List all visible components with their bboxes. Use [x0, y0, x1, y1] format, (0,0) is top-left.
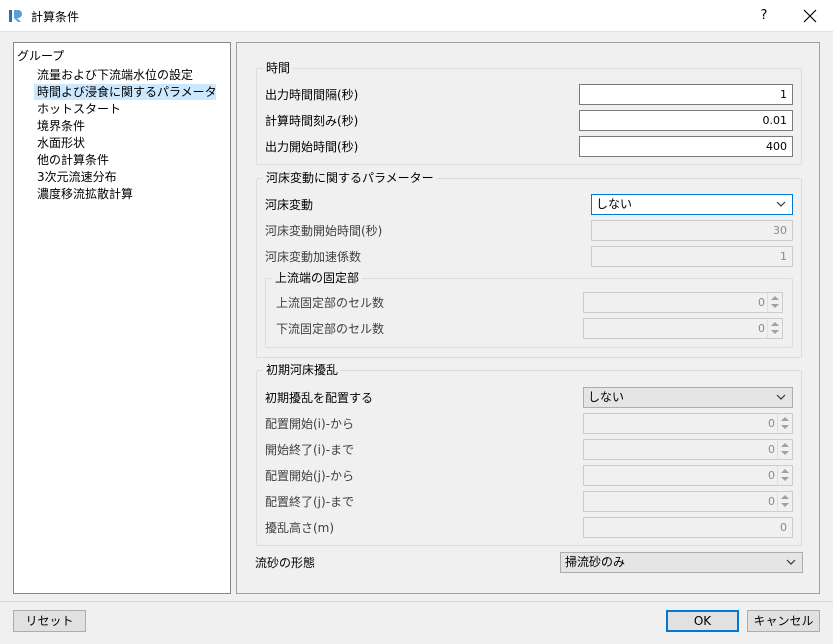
j-start-value: 0: [768, 469, 775, 482]
disturb-enable-label: 初期擾乱を配置する: [265, 391, 374, 405]
j-start-label: 配置開始(j)-から: [265, 469, 355, 483]
bed-accel-input[interactable]: 1: [591, 246, 793, 267]
j-end-stepper[interactable]: 0: [583, 491, 793, 512]
time-step-input[interactable]: 0.01: [579, 110, 793, 131]
i-start-label: 配置開始(i)-から: [265, 417, 355, 431]
group-item-boundary[interactable]: 境界条件: [34, 118, 88, 134]
group-item-3d-velocity[interactable]: 3次元流速分布: [34, 169, 120, 185]
group-list-header: グループ: [17, 49, 65, 63]
bed-change-select[interactable]: しない: [591, 194, 793, 215]
settings-panel: 時間 出力時間間隔(秒) 1 計算時間刻み(秒) 0.01 出力開始時間(秒) …: [236, 42, 820, 594]
upstream-fixed-value: 0: [758, 296, 765, 309]
close-button[interactable]: [790, 1, 830, 31]
chevron-down-icon[interactable]: [781, 477, 789, 481]
group-item-water-surface[interactable]: 水面形状: [34, 135, 88, 151]
bed-start-time-input[interactable]: 30: [591, 220, 793, 241]
chevron-down-icon: [786, 559, 796, 565]
downstream-fixed-label: 下流固定部のセル数: [276, 322, 385, 336]
i-end-value: 0: [768, 443, 775, 456]
group-item-concentration[interactable]: 濃度移流拡散計算: [34, 186, 136, 202]
stepper-arrows[interactable]: [777, 492, 792, 511]
bed-change-label: 河床変動: [265, 198, 314, 212]
disturb-height-input[interactable]: 0: [583, 517, 793, 538]
sediment-form-label: 流砂の形態: [255, 556, 316, 570]
stepper-arrows[interactable]: [767, 293, 782, 312]
time-groupbox: 時間 出力時間間隔(秒) 1 計算時間刻み(秒) 0.01 出力開始時間(秒) …: [256, 61, 802, 165]
i-start-value: 0: [768, 417, 775, 430]
chevron-up-icon[interactable]: [771, 296, 779, 300]
chevron-up-icon[interactable]: [781, 469, 789, 473]
chevron-up-icon[interactable]: [781, 495, 789, 499]
chevron-down-icon[interactable]: [781, 503, 789, 507]
output-interval-label: 出力時間間隔(秒): [265, 88, 359, 102]
bed-change-groupbox: 河床変動に関するパラメーター 河床変動 しない 河床変動開始時間(秒) 30 河…: [256, 171, 802, 358]
sediment-form-value: 掃流砂のみ: [565, 555, 626, 569]
stepper-arrows[interactable]: [767, 319, 782, 338]
stepper-arrows[interactable]: [777, 414, 792, 433]
time-group-title: 時間: [263, 61, 294, 75]
bed-change-group-title: 河床変動に関するパラメーター: [263, 171, 437, 185]
j-end-label: 配置終了(j)-まで: [265, 495, 355, 509]
stepper-arrows[interactable]: [777, 466, 792, 485]
i-end-stepper[interactable]: 0: [583, 439, 793, 460]
bed-accel-label: 河床変動加速係数: [265, 250, 362, 264]
bed-start-time-label: 河床変動開始時間(秒): [265, 224, 383, 238]
footer-separator: [0, 601, 833, 602]
downstream-fixed-stepper[interactable]: 0: [583, 318, 783, 339]
bed-change-value: しない: [596, 197, 633, 211]
upstream-fixed-label: 上流固定部のセル数: [276, 296, 385, 310]
disturb-height-label: 擾乱高さ(m): [265, 521, 335, 535]
time-step-label: 計算時間刻み(秒): [265, 114, 359, 128]
output-start-label: 出力開始時間(秒): [265, 140, 359, 154]
group-item-hot-start[interactable]: ホットスタート: [34, 101, 124, 117]
disturb-enable-select[interactable]: しない: [583, 387, 793, 408]
i-end-label: 開始終了(i)-まで: [265, 443, 355, 457]
group-item-time-erosion[interactable]: 時間よび浸食に関するパラメータ: [34, 84, 217, 100]
group-item-other-conditions[interactable]: 他の計算条件: [34, 152, 112, 168]
chevron-up-icon[interactable]: [781, 443, 789, 447]
cancel-button[interactable]: キャンセル: [747, 610, 820, 632]
fixed-section-groupbox: 上流端の固定部 上流固定部のセル数 0 下流固定部のセル数 0: [265, 271, 793, 348]
j-start-stepper[interactable]: 0: [583, 465, 793, 486]
stepper-arrows[interactable]: [777, 440, 792, 459]
chevron-down-icon[interactable]: [771, 304, 779, 308]
group-list: グループ 流量および下流端水位の設定 時間よび浸食に関するパラメータ ホットスタ…: [13, 42, 231, 594]
window-title: 計算条件: [31, 10, 80, 24]
downstream-fixed-value: 0: [758, 322, 765, 335]
chevron-up-icon[interactable]: [771, 322, 779, 326]
chevron-up-icon[interactable]: [781, 417, 789, 421]
reset-button[interactable]: リセット: [13, 610, 86, 632]
help-button[interactable]: ?: [748, 1, 780, 31]
disturb-enable-value: しない: [588, 390, 625, 404]
j-end-value: 0: [768, 495, 775, 508]
title-bar: 計算条件 ?: [0, 0, 833, 32]
close-icon: [803, 9, 817, 23]
disturbance-groupbox: 初期河床擾乱 初期擾乱を配置する しない 配置開始(i)-から 0 開始終了(i…: [256, 363, 802, 546]
chevron-down-icon: [776, 201, 786, 207]
i-start-stepper[interactable]: 0: [583, 413, 793, 434]
upstream-fixed-stepper[interactable]: 0: [583, 292, 783, 313]
fixed-section-title: 上流端の固定部: [272, 271, 363, 285]
chevron-down-icon[interactable]: [771, 330, 779, 334]
ok-button[interactable]: OK: [666, 610, 739, 632]
chevron-down-icon[interactable]: [781, 451, 789, 455]
output-start-input[interactable]: 400: [579, 136, 793, 157]
chevron-down-icon: [776, 394, 786, 400]
disturbance-group-title: 初期河床擾乱: [263, 363, 342, 377]
chevron-down-icon[interactable]: [781, 425, 789, 429]
app-logo-icon: [9, 10, 22, 22]
sediment-form-select[interactable]: 掃流砂のみ: [560, 552, 803, 573]
group-item-flow-settings[interactable]: 流量および下流端水位の設定: [34, 67, 196, 83]
output-interval-input[interactable]: 1: [579, 84, 793, 105]
